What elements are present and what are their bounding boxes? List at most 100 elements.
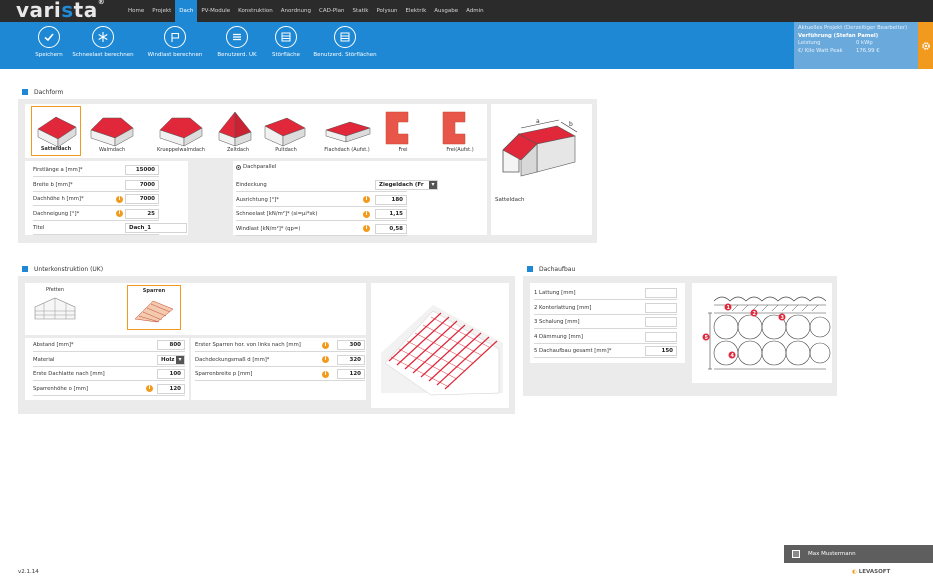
row-divider (236, 220, 407, 221)
input-field[interactable]: 120 (337, 369, 365, 379)
chevron-down-icon[interactable]: ▾ (176, 355, 184, 364)
uk-title: Unterkonstruktion (UK) (34, 265, 104, 273)
input-field[interactable] (645, 317, 677, 327)
roof-type-label: Krueppelwalmdach (157, 147, 205, 153)
nav-dach[interactable]: Dach (175, 0, 198, 22)
field-row: 1 Lattung [mm] (534, 288, 642, 298)
snow-load-button[interactable]: Schneelast berechnen (70, 26, 136, 58)
select-field[interactable]: Holz ▾ (157, 354, 185, 365)
info-icon[interactable]: i (363, 196, 370, 203)
roof-type-flachdach-aufst[interactable]: Flachdach (Aufst.) (317, 106, 377, 156)
input-field[interactable]: 25 (125, 208, 159, 219)
input-field[interactable]: 7000 (125, 179, 159, 190)
input-field[interactable]: 180 (375, 194, 407, 205)
save-label: Speichern (35, 52, 63, 58)
info-icon[interactable]: i (116, 210, 123, 217)
input-field[interactable]: 1,15 (375, 209, 407, 219)
user-menu[interactable]: Max Mustermann (784, 545, 933, 563)
wind-load-button[interactable]: Windlast berechnen (146, 26, 204, 58)
app-logo[interactable]: varista® (16, 0, 105, 22)
grid-panel-icon (275, 26, 297, 48)
info-icon[interactable]: i (363, 225, 370, 232)
row-divider (236, 234, 407, 236)
input-field[interactable] (645, 288, 677, 298)
input-field[interactable]: Dach_1 (125, 223, 187, 233)
save-button[interactable]: Speichern (32, 26, 66, 58)
pfetten-option[interactable]: Pfetten (30, 285, 80, 330)
input-field[interactable]: 800 (157, 340, 185, 350)
row-divider (33, 219, 159, 221)
field-value: Dach_1 (129, 225, 152, 231)
field-label: Eindeckung (236, 182, 267, 188)
dachaufbau-header: Dachaufbau (523, 262, 589, 276)
roof-type-label: Flachdach (Aufst.) (324, 147, 370, 153)
field-label: Dachneigung [°]* (33, 210, 80, 217)
settings-button[interactable] (918, 22, 933, 69)
nav-admin[interactable]: Admin (462, 0, 488, 22)
input-field[interactable]: 300 (337, 340, 365, 350)
field-label: Ausrichtung [°]* (236, 196, 279, 203)
roof-type-label: Walmdach (98, 147, 126, 153)
row-divider (33, 190, 159, 192)
info-icon[interactable]: i (322, 370, 329, 378)
nav-pv-module[interactable]: PV-Module (197, 0, 234, 22)
dachparallel-radio[interactable]: Dachparallel (236, 164, 276, 170)
nav-cad-plan[interactable]: CAD-Plan (315, 0, 349, 22)
input-field[interactable]: 0,58 (375, 223, 407, 234)
roof-type-frei-aufst[interactable]: Frei(Aufst.) (435, 106, 485, 156)
roof-type-label: Pultdach (275, 147, 297, 153)
select-field[interactable]: Ziegeldach (Fr ▾ (375, 180, 438, 190)
field-label: Firstlänge a [mm]* (33, 167, 83, 173)
sparren-option[interactable]: Sparren (127, 285, 181, 330)
field-label: 3 Schalung [mm] (534, 319, 580, 325)
input-field[interactable] (645, 331, 677, 342)
input-field[interactable]: 320 (337, 354, 365, 365)
field-label: Sparrenbreite p [mm] (195, 371, 253, 377)
field-label: 4 Dämmung [mm] (534, 333, 583, 340)
info-icon[interactable]: i (322, 356, 329, 363)
input-field[interactable]: 120 (157, 383, 185, 394)
nav-statik[interactable]: Statik (349, 0, 373, 22)
preview-label: Satteldach (495, 197, 525, 203)
roof-type-selector: Satteldach Walmdach Krueppelwalmdach Zeltda… (25, 104, 487, 158)
field-row: 2 Konterlattung [mm] (534, 303, 642, 313)
section-marker (527, 266, 533, 272)
input-field[interactable]: 150 (645, 346, 677, 356)
row-divider (33, 351, 185, 352)
roof-type-icon (385, 111, 409, 145)
roof-type-satteldach[interactable]: Satteldach (31, 106, 81, 156)
info-icon[interactable]: i (363, 210, 370, 218)
info-icon[interactable]: i (116, 195, 123, 203)
roof-type-zeltdach[interactable]: Zeltdach (218, 106, 257, 156)
chevron-down-icon[interactable]: ▾ (429, 181, 437, 189)
main-menu: Home Projekt Dach PV-Module Konstruktion Anor… (124, 0, 488, 22)
custom-uk-button[interactable]: Benutzerd. UK (214, 26, 260, 58)
roof-type-krueppelwalmdach[interactable]: Krueppelwalmdach (151, 106, 211, 156)
nav-konstruktion[interactable]: Konstruktion (234, 0, 277, 22)
roof-type-label: Satteldach (40, 146, 72, 152)
roof-type-pultdach[interactable]: Pultdach (263, 106, 309, 156)
nav-projekt[interactable]: Projekt (148, 0, 175, 22)
svg-text:a: a (536, 118, 540, 125)
roof-type-frei[interactable]: Frei (383, 106, 423, 156)
nav-anordnung[interactable]: Anordnung (277, 0, 315, 22)
info-icon[interactable]: i (146, 385, 153, 392)
custom-stoerflaechen-button[interactable]: Benutzerd. Störflächen (309, 26, 381, 58)
input-field[interactable]: 15000 (125, 165, 159, 175)
input-field[interactable] (645, 302, 677, 313)
field-row: Material (33, 355, 153, 365)
row-divider (534, 342, 677, 344)
roof-type-label: Zeltdach (226, 147, 249, 153)
nav-polysun[interactable]: Polysun (372, 0, 401, 22)
field-value: 300 (349, 342, 361, 348)
nav-home[interactable]: Home (124, 0, 148, 22)
roof-type-walmdach[interactable]: Walmdach (87, 106, 137, 156)
info-icon[interactable]: i (322, 341, 329, 349)
row-divider (195, 380, 365, 381)
uk-type-selector: Pfetten Sparren (25, 283, 366, 335)
stoerflaeche-button[interactable]: Störfläche (269, 26, 303, 58)
input-field[interactable]: 7000 (125, 194, 159, 204)
nav-elektrik[interactable]: Elektrik (402, 0, 431, 22)
nav-ausgabe[interactable]: Ausgabe (430, 0, 462, 22)
input-field[interactable]: 100 (157, 369, 185, 379)
